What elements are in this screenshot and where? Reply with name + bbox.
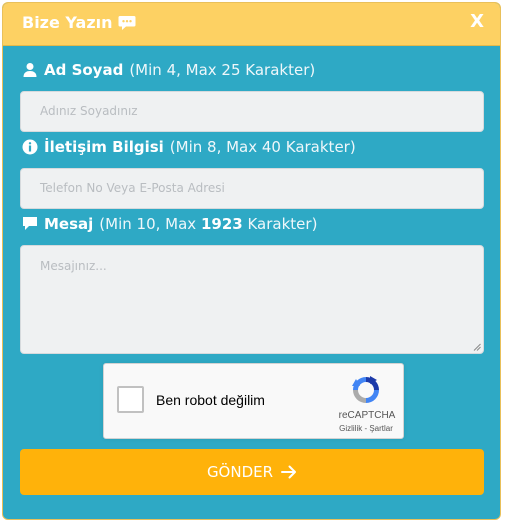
message-hint-prefix: (Min 10, Max [99, 215, 197, 233]
form-title: Bize Yazın [22, 13, 136, 32]
contact-input[interactable]: Telefon No Veya E-Posta Adresi [20, 168, 484, 209]
recaptcha-checkbox-label: Ben robot değilim [156, 392, 265, 408]
contact-label: İletişim Bilgisi (Min 8, Max 40 Karakter… [22, 138, 356, 156]
message-placeholder: Mesajınız... [40, 259, 107, 273]
message-hint-suffix: Karakter) [247, 215, 318, 233]
message-label: Mesaj (Min 10, Max 1923 Karakter) [22, 215, 317, 233]
message-hint: (Min 10, Max 1923 Karakter) [99, 215, 317, 233]
message-textarea[interactable]: Mesajınız... [20, 245, 484, 354]
chat-bubble-icon [118, 15, 136, 30]
close-button[interactable]: X [470, 11, 484, 32]
resize-handle-icon[interactable] [473, 343, 481, 351]
name-hint: (Min 4, Max 25 Karakter) [129, 61, 316, 79]
submit-button[interactable]: GÖNDER [20, 449, 484, 495]
submit-label: GÖNDER [206, 463, 274, 481]
comment-icon [23, 217, 37, 230]
contact-form-panel: Bize Yazın X Ad Soyad (Min 4, Max 25 Kar… [2, 2, 501, 520]
message-label-text: Mesaj [44, 215, 94, 233]
form-header: Bize Yazın X [3, 3, 500, 46]
contact-hint: (Min 8, Max 40 Karakter) [169, 138, 356, 156]
name-label-text: Ad Soyad [44, 61, 124, 79]
info-icon [22, 139, 38, 155]
recaptcha-logo-icon [352, 376, 379, 403]
recaptcha-links[interactable]: Gizlilik - Şartlar [326, 424, 406, 433]
message-max-chars: 1923 [200, 215, 243, 233]
recaptcha-brand: reCAPTCHA [338, 410, 396, 421]
arrow-right-icon [281, 465, 297, 479]
name-label: Ad Soyad (Min 4, Max 25 Karakter) [22, 61, 315, 79]
recaptcha-widget: Ben robot değilim reCAPTCHA Gizlilik - Ş… [103, 363, 404, 439]
recaptcha-checkbox[interactable] [117, 386, 144, 413]
name-input[interactable]: Adınız Soyadınız [20, 91, 484, 132]
user-icon [23, 63, 37, 77]
contact-label-text: İletişim Bilgisi [44, 138, 164, 156]
form-title-text: Bize Yazın [22, 13, 113, 32]
